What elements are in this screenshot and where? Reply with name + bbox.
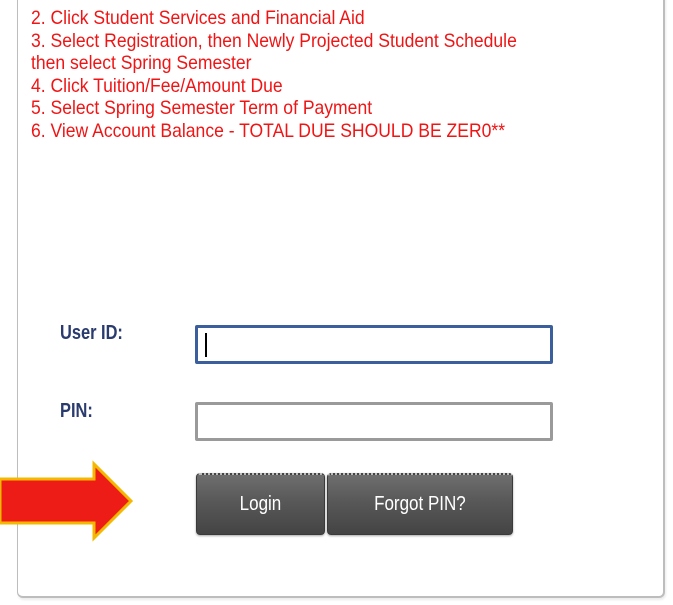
- instruction-line: 4. Click Tuition/Fee/Amount Due: [31, 74, 283, 97]
- instruction-line: 3. Select Registration, then Newly Proje…: [31, 29, 517, 52]
- text-cursor: [205, 333, 207, 357]
- pin-input[interactable]: [195, 402, 553, 441]
- instruction-line: then select Spring Semester: [31, 52, 252, 74]
- forgot-pin-button[interactable]: Forgot PIN?: [327, 473, 513, 535]
- instruction-line: 5. Select Spring Semester Term of Paymen…: [31, 97, 373, 119]
- user-id-input[interactable]: [195, 325, 553, 364]
- login-button[interactable]: Login: [196, 473, 325, 535]
- user-id-label: User ID:: [60, 322, 123, 344]
- login-button-label: Login: [239, 493, 282, 515]
- pin-label: PIN:: [60, 400, 93, 422]
- right-arrow-icon: [0, 460, 134, 542]
- instruction-line: 2. Click Student Services and Financial …: [31, 7, 365, 29]
- instructions-list: 2. Click Student Services and Financial …: [31, 7, 571, 142]
- instruction-line: 6. View Account Balance - TOTAL DUE SHOU…: [31, 119, 506, 142]
- forgot-pin-button-label: Forgot PIN?: [374, 493, 466, 515]
